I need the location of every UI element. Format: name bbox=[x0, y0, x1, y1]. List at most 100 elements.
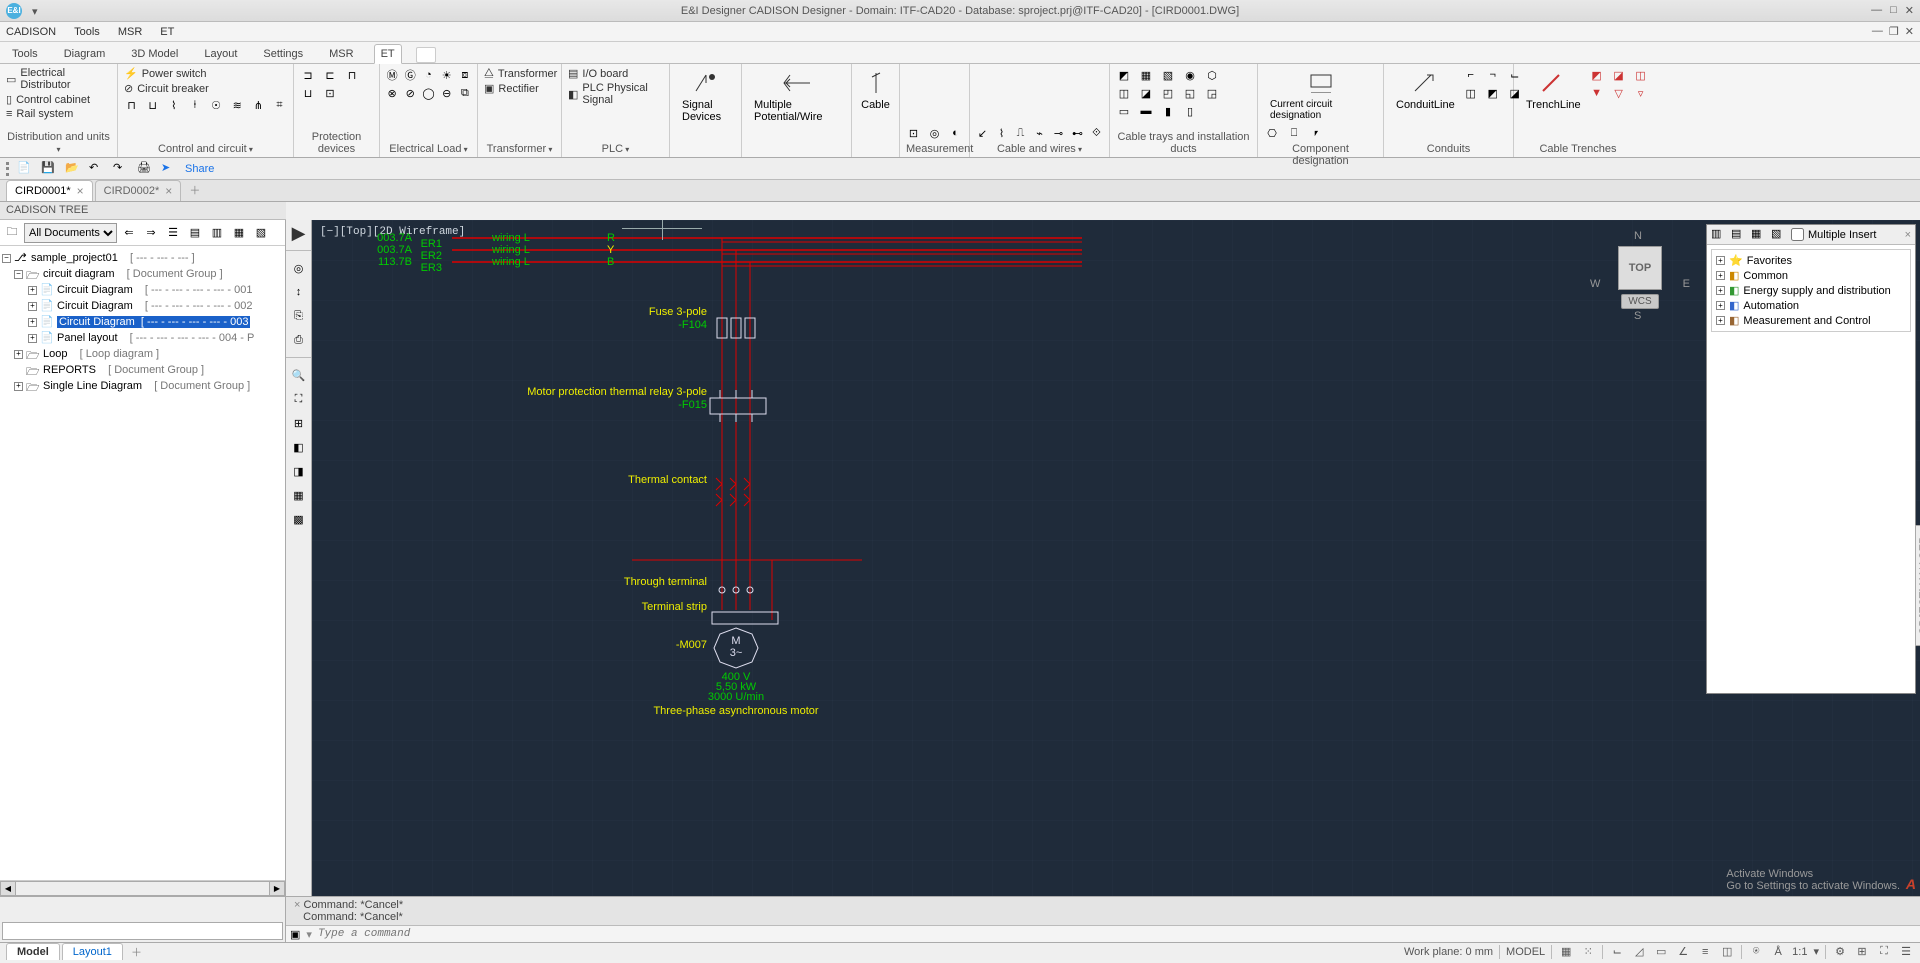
expand-icon[interactable]: + bbox=[28, 334, 37, 343]
snap-icon[interactable]: ⁙ bbox=[1580, 944, 1596, 960]
undo-icon[interactable]: ↶ bbox=[89, 161, 105, 177]
objmgr-ic-1[interactable]: ▥ bbox=[1711, 227, 1727, 243]
cw-ic-4[interactable]: ⌁ bbox=[1033, 125, 1046, 141]
tray-ic-12[interactable]: ▬ bbox=[1138, 103, 1154, 119]
save-icon[interactable]: 💾 bbox=[41, 161, 57, 177]
maximize-button[interactable]: □ bbox=[1890, 4, 1897, 17]
load-ic-8[interactable]: ◯ bbox=[422, 85, 434, 101]
tab-msr[interactable]: MSR bbox=[323, 45, 359, 63]
cond-ic-2[interactable]: ¬ bbox=[1485, 67, 1501, 83]
objmgr-measurement[interactable]: +◧Measurement and Control bbox=[1716, 314, 1906, 327]
expand-icon[interactable]: + bbox=[28, 318, 37, 327]
cond-ic-5[interactable]: ◩ bbox=[1485, 85, 1501, 101]
cond-ic-4[interactable]: ◫ bbox=[1463, 85, 1479, 101]
vstrip-play-icon[interactable]: ▶ bbox=[290, 224, 308, 242]
redo-icon[interactable]: ↷ bbox=[113, 161, 129, 177]
ctrl-ic-2[interactable]: ⊔ bbox=[145, 97, 160, 113]
new-icon[interactable]: 📄 bbox=[17, 161, 33, 177]
expand-icon[interactable]: + bbox=[28, 286, 37, 295]
ctrl-ic-1[interactable]: ⊓ bbox=[124, 97, 139, 113]
expand-icon[interactable]: + bbox=[14, 382, 23, 391]
ctrl-ic-7[interactable]: ⋔ bbox=[251, 97, 266, 113]
close-tab-icon[interactable]: × bbox=[165, 184, 172, 198]
ctrl-ic-4[interactable]: ⍿ bbox=[187, 97, 202, 113]
mdi-restore-button[interactable]: ❐ bbox=[1889, 25, 1899, 38]
model-space-label[interactable]: MODEL bbox=[1506, 946, 1545, 958]
close-tab-icon[interactable]: × bbox=[77, 184, 84, 198]
btn-signal-devices[interactable]: Signal Devices bbox=[676, 67, 735, 125]
add-doctab-button[interactable]: ＋ bbox=[183, 179, 206, 201]
trench-ic-3[interactable]: ◫ bbox=[1633, 67, 1649, 83]
tree-filter-icon[interactable]: 🗀 bbox=[2, 223, 22, 243]
doc-filter-select[interactable]: All Documents bbox=[24, 223, 117, 243]
tab-tools[interactable]: Tools bbox=[6, 45, 44, 63]
desig-ic-2[interactable]: ⎕ bbox=[1286, 125, 1302, 141]
qab-grip-icon[interactable] bbox=[6, 162, 9, 176]
cond-ic-1[interactable]: ⌐ bbox=[1463, 67, 1479, 83]
tree-ic-e[interactable]: ▧ bbox=[251, 223, 271, 243]
tab-layout[interactable]: Layout bbox=[198, 45, 243, 63]
tray-ic-3[interactable]: ▧ bbox=[1160, 67, 1176, 83]
tray-ic-6[interactable]: ◫ bbox=[1116, 85, 1132, 101]
view-cube[interactable]: N W E TOP S WCS bbox=[1590, 230, 1690, 350]
tray-ic-13[interactable]: ▮ bbox=[1160, 103, 1176, 119]
transparency-icon[interactable]: ◫ bbox=[1719, 944, 1735, 960]
layout1-tab[interactable]: Layout1 bbox=[62, 943, 123, 960]
lineweight-icon[interactable]: ≡ bbox=[1697, 944, 1713, 960]
objmgr-common[interactable]: +◧Common bbox=[1716, 269, 1906, 282]
prot-ic-3[interactable]: ⊓ bbox=[344, 67, 360, 83]
desig-ic-1[interactable]: ⎔ bbox=[1264, 125, 1280, 141]
load-ic-1[interactable]: Ⓜ bbox=[386, 67, 398, 83]
tray-ic-2[interactable]: ▦ bbox=[1138, 67, 1154, 83]
load-ic-7[interactable]: ⊘ bbox=[404, 85, 416, 101]
expand-icon[interactable]: − bbox=[14, 270, 23, 279]
tray-ic-7[interactable]: ◪ bbox=[1138, 85, 1154, 101]
prot-ic-4[interactable]: ⊔ bbox=[300, 85, 316, 101]
tab-et[interactable]: ET bbox=[374, 44, 402, 64]
model-tab[interactable]: Model bbox=[6, 943, 60, 960]
tree-group-circuit[interactable]: −🗁circuit diagram [ Document Group ] bbox=[2, 266, 283, 282]
annotation-icon[interactable]: ⍟ bbox=[1748, 944, 1764, 960]
viewcube-top-face[interactable]: TOP bbox=[1618, 246, 1662, 290]
tree-ic-c[interactable]: ▥ bbox=[207, 223, 227, 243]
tree-panel-layout[interactable]: +📄Panel layout [ --- - --- - --- - --- -… bbox=[2, 330, 283, 346]
expand-icon[interactable]: + bbox=[14, 350, 23, 359]
command-input[interactable] bbox=[318, 928, 1916, 940]
trench-ic-2[interactable]: ◪ bbox=[1611, 67, 1627, 83]
close-button[interactable]: ✕ bbox=[1905, 4, 1914, 17]
tree-loop[interactable]: +🗁Loop [ Loop diagram ] bbox=[2, 346, 283, 362]
load-ic-9[interactable]: ⊖ bbox=[441, 85, 453, 101]
tray-ic-11[interactable]: ▭ bbox=[1116, 103, 1132, 119]
gear-icon[interactable]: ⚙ bbox=[1832, 944, 1848, 960]
load-ic-2[interactable]: Ⓖ bbox=[404, 67, 416, 83]
btn-rectifier[interactable]: ▣Rectifier bbox=[484, 82, 555, 95]
load-ic-3[interactable]: ◔ bbox=[422, 67, 434, 83]
add-layout-button[interactable]: ＋ bbox=[125, 941, 148, 963]
cw-ic-2[interactable]: ⌇ bbox=[995, 125, 1008, 141]
tray-ic-9[interactable]: ◱ bbox=[1182, 85, 1198, 101]
osnap-icon[interactable]: ▭ bbox=[1653, 944, 1669, 960]
wcs-badge[interactable]: WCS bbox=[1621, 294, 1658, 309]
btn-power-switch[interactable]: ⚡Power switch bbox=[124, 67, 287, 80]
multiple-insert-checkbox[interactable] bbox=[1791, 228, 1804, 241]
menu-cadison[interactable]: CADISON bbox=[6, 26, 56, 38]
objmgr-energy[interactable]: +◧Energy supply and distribution bbox=[1716, 284, 1906, 297]
tree-cd3-selected[interactable]: +📄Circuit Diagram [ --- - --- - --- - --… bbox=[2, 314, 283, 330]
share-link[interactable]: Share bbox=[185, 163, 214, 175]
drawing-canvas[interactable]: [−][Top][2D Wireframe] 003.7A 003.7A 113… bbox=[312, 220, 1920, 896]
expand-icon[interactable]: − bbox=[2, 254, 11, 263]
vstrip-ic-10[interactable]: ▦ bbox=[290, 486, 308, 504]
doctab-cird0002[interactable]: CIRD0002*× bbox=[95, 180, 182, 201]
iso-icon[interactable]: ⊞ bbox=[1854, 944, 1870, 960]
tray-ic-4[interactable]: ◉ bbox=[1182, 67, 1198, 83]
panel-label-load[interactable]: Electrical Load bbox=[389, 143, 467, 155]
objmgr-automation[interactable]: +◧Automation bbox=[1716, 299, 1906, 312]
objmgr-close-icon[interactable]: × bbox=[1905, 229, 1911, 241]
panel-label-cablewires[interactable]: Cable and wires bbox=[997, 143, 1082, 155]
tree-cd2[interactable]: +📄Circuit Diagram [ --- - --- - --- - --… bbox=[2, 298, 283, 314]
trench-ic-4[interactable]: ▼ bbox=[1589, 85, 1605, 101]
prot-ic-1[interactable]: ⊐ bbox=[300, 67, 316, 83]
ctrl-ic-6[interactable]: ≋ bbox=[230, 97, 245, 113]
open-icon[interactable]: 📂 bbox=[65, 161, 81, 177]
btn-transformer[interactable]: ⧋Transformer bbox=[484, 67, 555, 80]
